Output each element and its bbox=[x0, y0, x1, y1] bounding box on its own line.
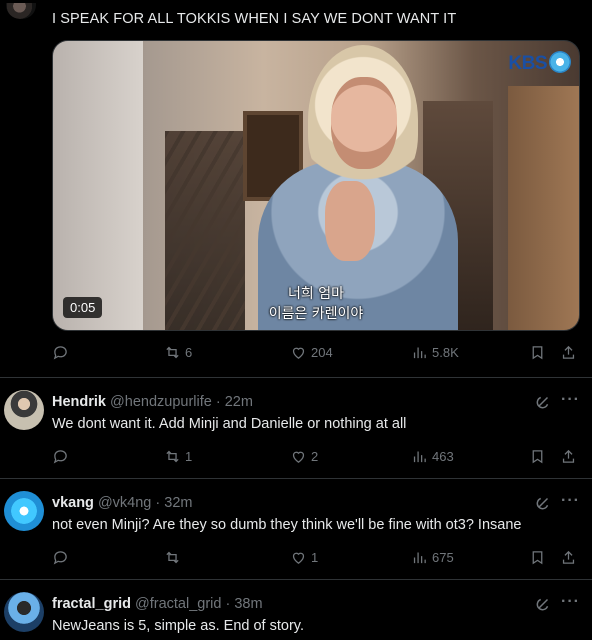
reply-author-handle[interactable]: @fractal_grid · 38m bbox=[135, 596, 263, 612]
reply-header: Hendrik @hendzupurlife · 22m bbox=[52, 394, 253, 410]
like-button[interactable]: 1 bbox=[290, 549, 318, 566]
retweet-count: 1 bbox=[185, 449, 193, 464]
retweet-button[interactable]: 6 bbox=[164, 344, 192, 361]
views-count: 5.8K bbox=[432, 345, 459, 360]
bookmark-button[interactable] bbox=[529, 549, 546, 566]
author-avatar[interactable] bbox=[6, 3, 36, 19]
grok-icon[interactable] bbox=[534, 494, 552, 512]
reply-item[interactable]: fractal_grid @fractal_grid · 38m ··· New… bbox=[0, 580, 592, 640]
reply-button[interactable] bbox=[52, 448, 69, 465]
reply-icon bbox=[53, 551, 67, 565]
reply-item[interactable]: Hendrik @hendzupurlife · 22m ··· We dont… bbox=[0, 378, 592, 478]
like-count: 1 bbox=[311, 550, 319, 565]
post-action-bar: 6 204 5.8K bbox=[52, 344, 580, 364]
share-button[interactable] bbox=[560, 549, 577, 566]
reply-item[interactable]: vkang @vk4ng · 32m ··· not even Minji? A… bbox=[0, 479, 592, 579]
reply-header: fractal_grid @fractal_grid · 38m bbox=[52, 596, 263, 612]
avatar[interactable] bbox=[4, 390, 44, 430]
kbs-logo-icon bbox=[549, 51, 571, 73]
like-count: 204 bbox=[311, 345, 333, 360]
reply-icon bbox=[53, 346, 67, 360]
heart-icon bbox=[292, 347, 305, 359]
share-button[interactable] bbox=[560, 344, 577, 361]
bookmark-button[interactable] bbox=[529, 344, 546, 361]
views-chart-icon bbox=[413, 552, 426, 564]
retweet-icon bbox=[166, 346, 179, 359]
video-person-hands bbox=[325, 181, 375, 261]
video-person-face bbox=[331, 77, 397, 169]
views-button[interactable]: 675 bbox=[411, 549, 454, 566]
share-icon bbox=[562, 449, 575, 463]
retweet-icon bbox=[166, 450, 179, 463]
retweet-button[interactable] bbox=[164, 549, 185, 566]
video-subtitle-line2: 이름은 카렌이야 bbox=[268, 306, 364, 322]
reply-author-name[interactable]: fractal_grid bbox=[52, 596, 131, 612]
views-button[interactable]: 5.8K bbox=[411, 344, 459, 361]
bookmark-button[interactable] bbox=[529, 448, 546, 465]
like-button[interactable]: 204 bbox=[290, 344, 333, 361]
reply-author-handle[interactable]: @hendzupurlife · 22m bbox=[110, 394, 253, 410]
reply-author-handle[interactable]: @vk4ng · 32m bbox=[98, 495, 193, 511]
more-options-icon[interactable]: ··· bbox=[561, 391, 580, 409]
reply-action-bar: 1 675 bbox=[52, 549, 580, 569]
reply-text: NewJeans is 5, simple as. End of story. bbox=[52, 618, 304, 634]
views-count: 463 bbox=[432, 449, 454, 464]
like-count: 2 bbox=[311, 449, 319, 464]
reply-button[interactable] bbox=[52, 549, 69, 566]
grok-icon[interactable] bbox=[534, 393, 552, 411]
more-options-icon[interactable]: ··· bbox=[561, 492, 580, 510]
more-options-icon[interactable]: ··· bbox=[561, 593, 580, 611]
avatar[interactable] bbox=[4, 491, 44, 531]
video-player[interactable]: KBS 너희 엄마 이름은 카렌이야 0:05 bbox=[52, 40, 580, 331]
reply-author-name[interactable]: Hendrik bbox=[52, 394, 106, 410]
views-count: 675 bbox=[432, 550, 454, 565]
bookmark-icon bbox=[532, 450, 543, 464]
post-text: I SPEAK FOR ALL TOKKIS WHEN I SAY WE DON… bbox=[52, 11, 457, 27]
grok-icon[interactable] bbox=[534, 595, 552, 613]
retweet-icon bbox=[166, 551, 179, 564]
share-icon bbox=[562, 550, 575, 564]
reply-header: vkang @vk4ng · 32m bbox=[52, 495, 192, 511]
like-button[interactable]: 2 bbox=[290, 448, 318, 465]
heart-icon bbox=[292, 552, 305, 564]
avatar[interactable] bbox=[4, 592, 44, 632]
reply-author-name[interactable]: vkang bbox=[52, 495, 94, 511]
reply-icon bbox=[53, 450, 67, 464]
reply-text: not even Minji? Are they so dumb they th… bbox=[52, 517, 522, 533]
heart-icon bbox=[292, 451, 305, 463]
reply-text: We dont want it. Add Minji and Danielle … bbox=[52, 416, 407, 432]
video-time-badge: 0:05 bbox=[63, 297, 103, 318]
share-button[interactable] bbox=[560, 448, 577, 465]
broadcaster-watermark: KBS bbox=[508, 51, 571, 75]
share-icon bbox=[562, 345, 575, 359]
video-subtitle-line1: 너희 엄마 bbox=[288, 286, 344, 302]
views-button[interactable]: 463 bbox=[411, 448, 454, 465]
reply-button[interactable] bbox=[52, 344, 69, 361]
retweet-count: 6 bbox=[185, 345, 193, 360]
bookmark-icon bbox=[532, 551, 543, 565]
bookmark-icon bbox=[532, 346, 543, 360]
views-chart-icon bbox=[413, 451, 426, 463]
retweet-button[interactable]: 1 bbox=[164, 448, 192, 465]
reply-action-bar: 1 2 463 bbox=[52, 448, 580, 468]
views-chart-icon bbox=[413, 347, 426, 359]
